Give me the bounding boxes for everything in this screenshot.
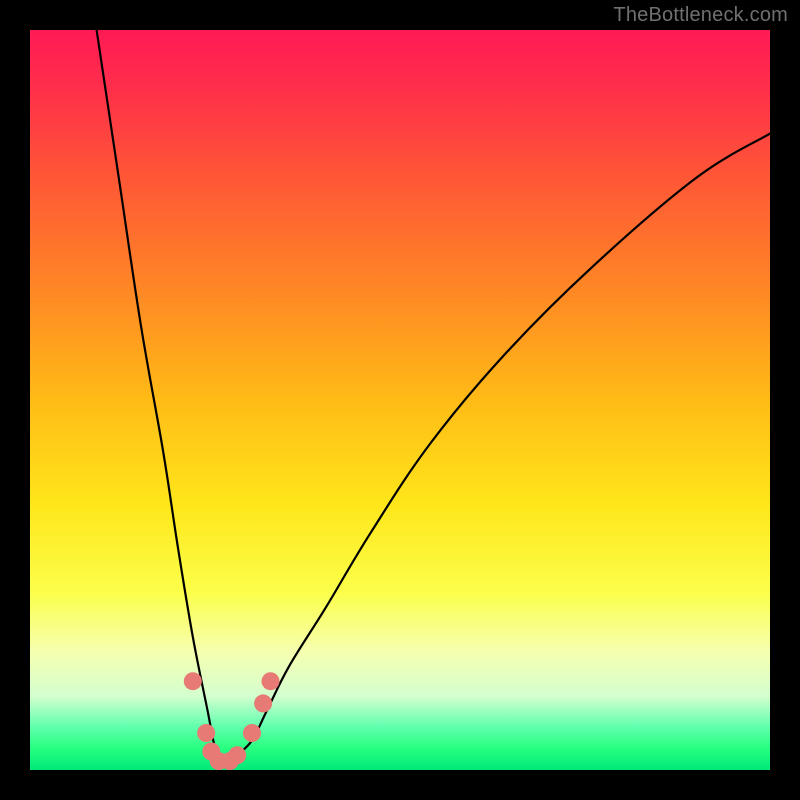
watermark-text: TheBottleneck.com: [613, 4, 788, 27]
curve-marker: [262, 672, 280, 690]
curve-markers: [184, 672, 280, 770]
curve-marker: [197, 724, 215, 742]
curve-layer: [30, 30, 770, 770]
curve-marker: [243, 724, 261, 742]
curve-marker: [228, 746, 246, 764]
curve-marker: [184, 672, 202, 690]
curve-marker: [254, 694, 272, 712]
bottleneck-curve: [97, 30, 770, 764]
chart-frame: TheBottleneck.com: [0, 0, 800, 800]
plot-area: [30, 30, 770, 770]
